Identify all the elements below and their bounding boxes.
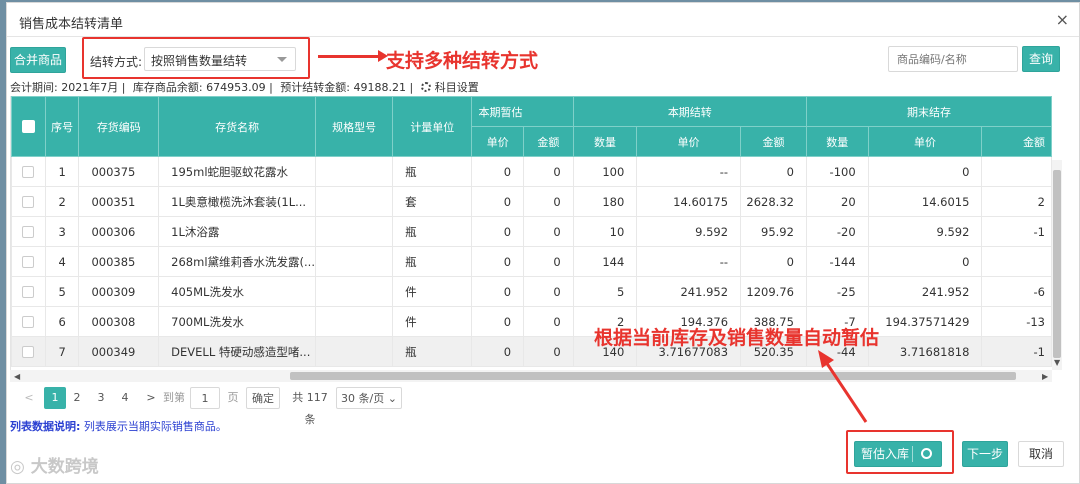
next-step-button[interactable]: 下一步: [962, 441, 1008, 467]
list-note: 列表数据说明: 列表展示当期实际销售商品。: [10, 418, 227, 434]
temp-stock-in-button[interactable]: 暂估入库: [854, 441, 942, 467]
goto-label: 到第: [163, 391, 185, 404]
chevron-down-icon: ⌄: [387, 392, 397, 405]
goto-confirm-button[interactable]: 确定: [246, 387, 280, 409]
page-4[interactable]: 4: [118, 387, 132, 409]
page-size-value: 30 条/页: [341, 392, 385, 405]
note-label: 列表数据说明:: [10, 420, 81, 433]
gear-icon[interactable]: [921, 448, 932, 459]
watermark-text: 大数跨境: [30, 457, 99, 477]
logo-icon: ◎: [10, 457, 25, 477]
temp-stock-in-label: 暂估入库: [861, 447, 910, 461]
total-count: 共 117 条: [292, 391, 328, 426]
goto-page-input[interactable]: 1: [190, 387, 220, 409]
page-3[interactable]: 3: [94, 387, 108, 409]
note-text: 列表展示当期实际销售商品。: [83, 420, 227, 433]
page-size-select[interactable]: 30 条/页 ⌄: [336, 387, 402, 409]
page-1[interactable]: 1: [44, 387, 66, 409]
annotation-arrow-diagonal: [818, 350, 868, 423]
page-2[interactable]: 2: [70, 387, 84, 409]
page-unit-label: 页: [227, 391, 239, 404]
cancel-button[interactable]: 取消: [1018, 441, 1064, 467]
button-divider: [912, 446, 913, 462]
prev-page-icon[interactable]: <: [22, 387, 36, 409]
watermark: ◎ 大数跨境: [10, 452, 99, 477]
next-page-icon[interactable]: >: [144, 387, 158, 409]
